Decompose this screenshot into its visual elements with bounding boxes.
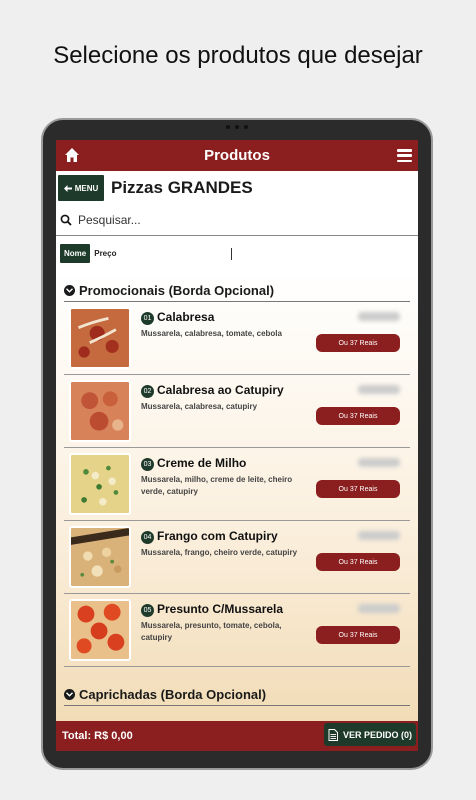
section-header[interactable]: Caprichadas (Borda Opcional) bbox=[64, 683, 410, 706]
search-bar bbox=[56, 205, 418, 236]
item-name: Frango com Catupiry bbox=[157, 529, 278, 543]
price-option-button[interactable]: Ou 37 Reais bbox=[316, 626, 400, 644]
product-item[interactable]: 02 Calabresa ao Catupiry Mussarela, cala… bbox=[64, 375, 410, 448]
price-blurred bbox=[358, 458, 400, 467]
tablet-frame: Produtos MENU Pizzas GRANDES Nome Preço bbox=[41, 118, 433, 770]
pizza-image bbox=[69, 453, 131, 515]
section-title: Promocionais (Borda Opcional) bbox=[79, 282, 275, 298]
back-menu-label: MENU bbox=[74, 183, 99, 193]
app-screen: Produtos MENU Pizzas GRANDES Nome Preço bbox=[56, 140, 418, 751]
pizza-image bbox=[69, 307, 131, 369]
item-number-badge: 05 bbox=[141, 604, 154, 617]
top-bar: Produtos bbox=[56, 140, 418, 171]
item-number-badge: 03 bbox=[141, 458, 154, 471]
item-name: Presunto C/Mussarela bbox=[157, 602, 284, 616]
product-item[interactable]: 04 Frango com Catupiry Mussarela, frango… bbox=[64, 521, 410, 594]
item-number-badge: 01 bbox=[141, 312, 154, 325]
category-header: MENU Pizzas GRANDES bbox=[56, 171, 418, 205]
item-name: Creme de Milho bbox=[157, 456, 247, 470]
item-number-badge: 02 bbox=[141, 385, 154, 398]
product-item[interactable]: 01 Calabresa Mussarela, calabresa, tomat… bbox=[64, 302, 410, 375]
arrow-left-icon bbox=[63, 184, 72, 192]
item-name: Calabresa bbox=[157, 310, 215, 324]
pizza-image bbox=[69, 599, 131, 661]
product-list: Promocionais (Borda Opcional) 01 Calabre… bbox=[56, 271, 418, 721]
item-description: Mussarela, frango, cheiro verde, catupir… bbox=[141, 548, 298, 557]
price-option-button[interactable]: Ou 37 Reais bbox=[316, 553, 400, 571]
pizza-image bbox=[69, 380, 131, 442]
item-description: Mussarela, calabresa, catupiry bbox=[141, 402, 258, 411]
chevron-down-icon bbox=[64, 284, 75, 296]
view-order-button[interactable]: VER PEDIDO (0) bbox=[324, 723, 416, 746]
price-blurred bbox=[358, 312, 400, 321]
home-icon[interactable] bbox=[64, 147, 80, 163]
camera bbox=[217, 125, 257, 129]
search-icon bbox=[60, 214, 72, 226]
item-name: Calabresa ao Catupiry bbox=[157, 383, 284, 397]
item-description: Mussarela, calabresa, tomate, cebola bbox=[141, 329, 282, 338]
price-option-button[interactable]: Ou 37 Reais bbox=[316, 407, 400, 425]
category-title: Pizzas GRANDES bbox=[111, 178, 253, 197]
bottom-bar: Total: R$ 0,00 VER PEDIDO (0) bbox=[56, 721, 418, 751]
sort-by-price-button[interactable]: Preço bbox=[94, 249, 116, 258]
price-blurred bbox=[358, 531, 400, 540]
page-headline: Selecione os produtos que desejar bbox=[53, 42, 423, 69]
item-number-badge: 04 bbox=[141, 531, 154, 544]
section-title: Caprichadas (Borda Opcional) bbox=[79, 686, 267, 702]
page-title: Produtos bbox=[204, 147, 270, 164]
hamburger-menu-icon[interactable] bbox=[397, 149, 412, 162]
chevron-down-icon bbox=[64, 688, 75, 700]
pizza-image bbox=[69, 526, 131, 588]
item-description: Mussarela, milho, creme de leite, cheiro… bbox=[141, 475, 293, 496]
view-order-label: VER PEDIDO (0) bbox=[342, 729, 412, 740]
document-icon bbox=[328, 728, 338, 741]
sort-bar: Nome Preço bbox=[56, 236, 418, 272]
product-item[interactable]: 05 Presunto C/Mussarela Mussarela, presu… bbox=[64, 594, 410, 667]
price-option-button[interactable]: Ou 37 Reais bbox=[316, 334, 400, 352]
price-option-button[interactable]: Ou 37 Reais bbox=[316, 480, 400, 498]
item-description: Mussarela, presunto, tomate, cebola, cat… bbox=[141, 621, 282, 642]
order-total: Total: R$ 0,00 bbox=[62, 730, 133, 742]
search-input[interactable] bbox=[76, 212, 380, 228]
price-blurred bbox=[358, 604, 400, 613]
price-blurred bbox=[358, 385, 400, 394]
sort-by-name-button[interactable]: Nome bbox=[60, 244, 91, 263]
product-item[interactable]: 03 Creme de Milho Mussarela, milho, crem… bbox=[64, 448, 410, 521]
section-header[interactable]: Promocionais (Borda Opcional) bbox=[64, 279, 410, 302]
back-menu-button[interactable]: MENU bbox=[58, 175, 104, 201]
divider bbox=[231, 247, 233, 260]
